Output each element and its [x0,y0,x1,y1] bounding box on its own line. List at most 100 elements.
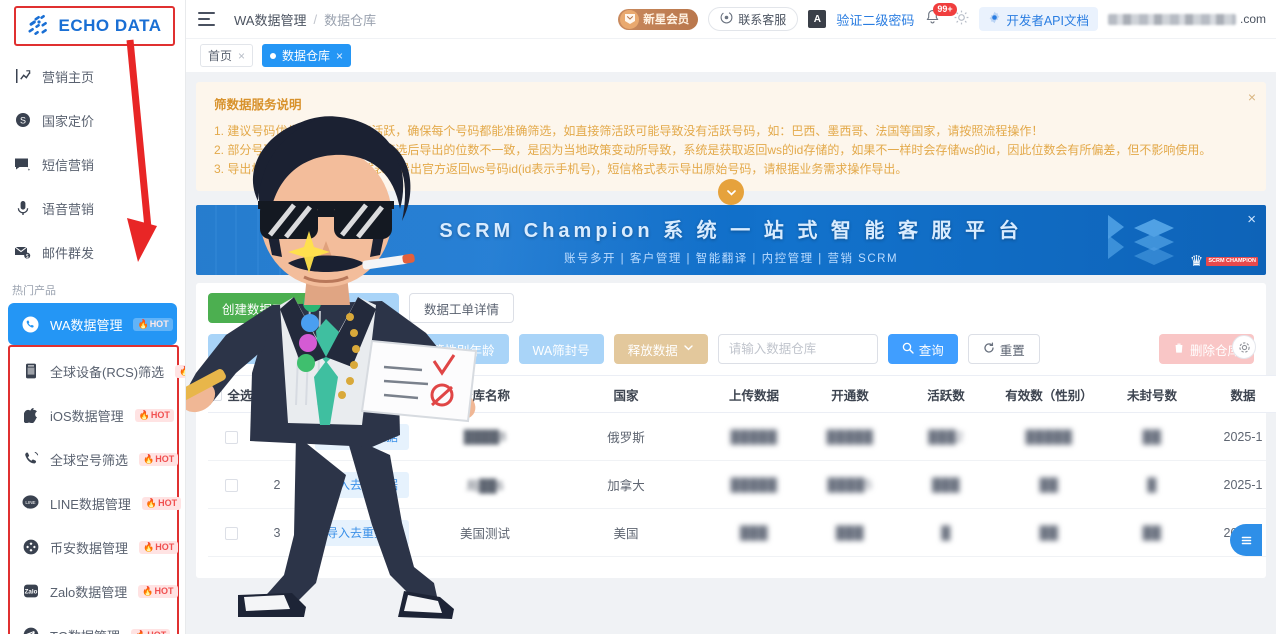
notification-bell[interactable]: 99+ [924,3,957,29]
sidebar-item-wa-data-management[interactable]: WA数据管理 🔥 HOT [8,303,177,345]
table-row[interactable]: 2 导入去重数据 局██6 加拿大 █████ ████5 ███ ██ █ 2… [208,460,1276,509]
row-data-date: 2025-1 [1200,460,1276,509]
row-opened-count: ████5 [802,460,898,509]
chevron-down-icon[interactable] [718,179,744,205]
sidebar-item-zalo-data-management[interactable]: Zalo Zalo数据管理 🔥 HOT [10,569,178,613]
table-row[interactable]: 3 导入去重数据 美国测试 美国 ███ ███ █ ██ ██ 2025-1 [208,508,1276,557]
row-data-date: 2025-1 [1200,412,1276,461]
sidebar-item-voice-marketing[interactable]: 语音营销 [0,186,185,230]
row-unbanned-count: ██ [1104,508,1200,557]
sidebar-item-ios-data-management[interactable]: iOS数据管理 🔥 HOT [10,393,177,437]
whatsapp-icon [22,316,39,333]
row-checkbox[interactable] [224,526,238,540]
promo-banner[interactable]: SCRM Champion 系 统 一 站 式 智 能 客 服 平 台 账号多开… [196,205,1266,275]
wa-filter-ban-button[interactable]: WA筛封号 [518,334,604,364]
row-warehouse-name: ████8 [424,412,546,461]
import-dedupe-button[interactable]: 导入去重数据 [314,423,409,450]
import-dedupe-button[interactable]: 导入去重数据 [314,471,409,498]
banner-title: SCRM Champion 系 统 一 站 式 智 能 客 服 平 台 [439,220,1023,242]
bell-icon [924,10,941,29]
close-icon[interactable]: × [1247,211,1256,228]
trash-icon [1173,342,1185,357]
echo-logo-icon [27,14,53,38]
sidebar-item-global-empty-number-filter[interactable]: 全球空号筛选 🔥 HOT [10,437,179,481]
column-select-all: 全选 [208,375,254,413]
dollar-circle-icon: S [14,112,31,129]
release-data-dropdown[interactable]: 释放数据 [613,334,708,364]
microphone-icon [14,200,31,217]
data-order-detail-button[interactable]: 数据工单详情 [409,293,515,323]
row-index: 2 [254,460,300,509]
row-index: 1 [254,412,300,461]
api-doc-label: 开发者API文档 [1006,13,1089,28]
close-icon[interactable]: × [1248,90,1256,104]
column-index [254,375,300,413]
query-button[interactable]: 查询 [887,334,958,364]
menu-fab-icon[interactable] [1230,524,1262,556]
hamburger-icon[interactable] [198,12,216,26]
tab-data-warehouse[interactable]: 数据仓库 × [262,44,352,67]
reset-button-label: 重置 [999,343,1025,358]
row-checkbox[interactable] [224,478,238,492]
sidebar-item-tg-data-management[interactable]: TG数据管理 🔥HOT [10,613,177,634]
line-icon: LINE [22,495,39,512]
sidebar-item-marketing-home[interactable]: 营销主页 [0,54,185,98]
account-email[interactable]: .com [1107,12,1266,26]
select-all-checkbox[interactable] [209,387,223,401]
sidebar-item-label: 全球设备(RCS)筛选 [50,364,165,380]
account-email-suffix: .com [1239,12,1266,26]
notice-item: 3. 导出格式说明：ws群发格式表示导出官方返回ws号码id(id表示手机号)，… [214,162,908,176]
row-action-cell: 导入去重数据 [300,508,424,557]
sidebar-section-label: 热门产品 [12,285,56,297]
row-checkbox-cell [208,460,254,509]
data-warehouse-panel: 创建数据工单 数据工单 数据工单详情 WA筛开通 WA筛活跃 WA筛性别年龄 W… [196,283,1276,578]
row-unbanned-count: ██ [1104,412,1200,461]
close-icon[interactable]: × [238,49,245,63]
sidebar-item-global-rcs-filter[interactable]: 全球设备(RCS)筛选 🔥HOT [10,349,185,393]
table-row[interactable]: 1 导入去重数据 ████8 俄罗斯 █████ █████ ███2 ████… [208,412,1276,461]
tab-active-dot [270,52,277,59]
wa-filter-gender-age-button[interactable]: WA筛性别年龄 [398,334,509,364]
sidebar-item-label: 国家定价 [42,113,95,129]
wa-filter-open-button[interactable]: WA筛开通 [208,334,294,364]
zalo-icon: Zalo [22,583,39,600]
vip-badge[interactable]: 新星会员 [618,8,699,30]
row-checkbox[interactable] [224,430,238,444]
wa-filter-active-button[interactable]: WA筛活跃 [303,334,389,364]
search-icon [902,342,914,357]
tab-home[interactable]: 首页 × [200,44,254,67]
sidebar-item-binance-data-management[interactable]: 币安数据管理 🔥 HOT [10,525,179,569]
gear-icon[interactable] [1232,335,1256,359]
banner-subtitle: 账号多开 | 客户管理 | 智能翻译 | 内控管理 | 营销 SCRM [563,253,899,265]
import-dedupe-button[interactable]: 导入去重数据 [314,519,409,546]
data-order-button[interactable]: 数据工单 [321,293,400,323]
close-icon[interactable]: × [336,49,343,63]
breadcrumb: WA数据管理 / 数据仓库 [234,10,376,29]
tab-label: 首页 [208,49,233,63]
sidebar-item-sms-marketing[interactable]: 短信营销 [0,142,185,186]
row-unbanned-count: █ [1104,460,1200,509]
api-doc-button[interactable]: 开发者API文档 [979,7,1098,31]
sidebar-item-label: Zalo数据管理 [50,584,128,600]
row-opened-count: ███ [802,508,898,557]
create-data-order-button[interactable]: 创建数据工单 [208,293,312,323]
device-icon [22,363,39,380]
breadcrumb-parent[interactable]: WA数据管理 [234,10,306,29]
topbar-actions: 新星会员 联系客服 A 验证二级密码 99+ 开发者API文档 .com [618,3,1266,31]
sidebar-item-line-data-management[interactable]: LINE LINE数据管理 🔥 HOT [10,481,182,525]
notice-item: 1. 建议号码优先筛开通后再筛活跃，确保每个号码都能准确筛选，如直接筛活跃可能导… [214,124,1044,138]
release-data-label: 释放数据 [627,343,678,358]
row-valid-count: ██ [994,460,1104,509]
svg-text:Zalo: Zalo [24,588,37,595]
search-input[interactable] [717,334,878,364]
phone-icon [22,451,39,468]
translate-button[interactable]: A [808,10,827,28]
headset-icon [720,11,733,27]
contact-support-button[interactable]: 联系客服 [708,7,799,31]
sun-icon[interactable] [954,10,969,28]
brand-logo[interactable]: ECHO DATA [14,6,175,46]
sidebar-item-country-pricing[interactable]: S 国家定价 [0,98,185,142]
sidebar-item-email-blast[interactable]: $ 邮件群发 [0,230,185,274]
reset-button[interactable]: 重置 [967,334,1040,364]
verify-password-link[interactable]: 验证二级密码 [836,10,914,29]
